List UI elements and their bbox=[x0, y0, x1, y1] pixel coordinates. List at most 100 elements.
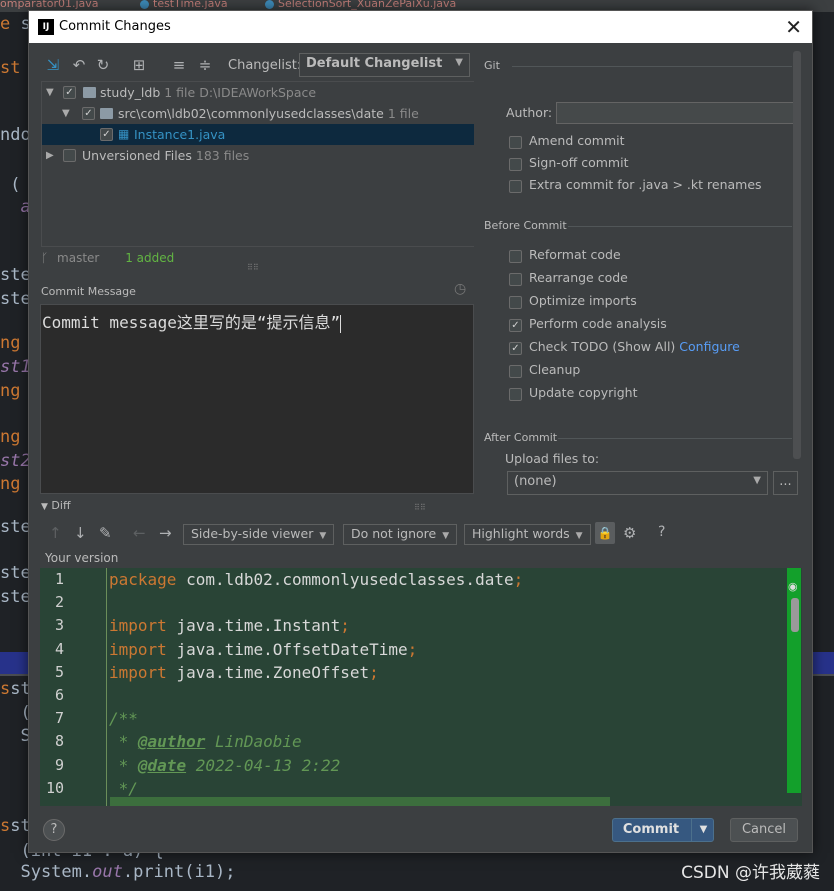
eye-icon[interactable]: ◉ bbox=[788, 580, 798, 593]
before-commit-option[interactable]: Update copyright bbox=[509, 385, 637, 401]
upload-browse-button[interactable]: ... bbox=[773, 471, 798, 495]
collapse-all-icon[interactable]: ≑ bbox=[195, 55, 215, 75]
sign-off-option[interactable]: Sign-off commit bbox=[509, 155, 629, 171]
chevron-down-icon: ▼ bbox=[442, 531, 450, 541]
author-input[interactable] bbox=[556, 102, 796, 124]
options-scrollbar[interactable] bbox=[793, 51, 801, 459]
before-commit-option[interactable]: ✓ Perform code analysis bbox=[509, 316, 667, 332]
commit-changes-dialog: IJ Commit Changes ✕ ⇲ ↶ ↻ ⊞ ≡ ≑ Changeli… bbox=[28, 10, 813, 853]
before-commit-option[interactable]: Cleanup bbox=[509, 362, 580, 378]
commit-button[interactable]: Commit ▼ bbox=[612, 818, 714, 842]
help-button[interactable]: ? bbox=[43, 819, 65, 841]
previous-file-icon[interactable]: ← bbox=[133, 524, 146, 542]
cancel-button[interactable]: Cancel bbox=[730, 818, 798, 842]
changes-toolbar: ⇲ ↶ ↻ ⊞ ≡ ≑ Changelist: Default Changeli… bbox=[39, 53, 489, 79]
before-commit-option[interactable]: Reformat code bbox=[509, 247, 621, 263]
include-checkbox[interactable]: ✓ bbox=[82, 107, 95, 120]
close-icon[interactable]: ✕ bbox=[785, 15, 802, 39]
tree-row-package[interactable]: ▼ ✓ src\com\ldb02\commonlyusedclasses\da… bbox=[42, 103, 474, 124]
extra-commit-checkbox[interactable] bbox=[509, 180, 522, 193]
git-section-title: Git bbox=[484, 59, 500, 72]
code-token: a bbox=[0, 197, 31, 217]
next-difference-icon[interactable]: ↓ bbox=[74, 524, 87, 542]
diff-toggle[interactable]: ▼ Diff bbox=[41, 499, 71, 512]
history-clock-icon[interactable]: ◷ bbox=[454, 281, 466, 297]
chevron-down-icon: ▼ bbox=[575, 531, 583, 541]
amend-checkbox[interactable] bbox=[509, 136, 522, 149]
commit-message-input[interactable]: Commit message这里写的是“提示信息” bbox=[40, 304, 474, 494]
code-token: java.time.ZoneOffset bbox=[176, 662, 370, 682]
gear-icon[interactable]: ⚙ bbox=[623, 524, 636, 542]
lock-icon[interactable]: 🔒 bbox=[595, 522, 615, 544]
commit-options-chevron-icon[interactable]: ▼ bbox=[691, 819, 715, 841]
code-token: ; bbox=[407, 639, 418, 659]
ignore-whitespace-select[interactable]: Do not ignore ▼ bbox=[343, 524, 458, 545]
line-number: 3 bbox=[54, 616, 64, 635]
upload-target-select[interactable]: (none) ▼ bbox=[507, 471, 768, 495]
next-file-icon[interactable]: → bbox=[159, 524, 172, 542]
help-icon[interactable]: ? bbox=[658, 524, 665, 540]
code-line: * @author LinDaobie bbox=[109, 732, 302, 751]
option-checkbox[interactable] bbox=[509, 273, 522, 286]
expand-all-icon[interactable]: ≡ bbox=[169, 55, 189, 75]
tree-row-file[interactable]: ✓ ▦ Instance1.java bbox=[42, 124, 474, 145]
expand-triangle-icon[interactable]: ▼ bbox=[62, 103, 70, 124]
before-commit-option[interactable]: ✓ Check TODO (Show All) Configure bbox=[509, 339, 740, 355]
option-label: Extra commit for .java > .kt renames bbox=[529, 177, 762, 192]
code-token: ( bbox=[0, 175, 21, 195]
editor-tab-label: testTime.java bbox=[153, 0, 228, 10]
code-line: /** bbox=[109, 709, 138, 728]
edit-source-icon[interactable]: ✎ bbox=[99, 524, 112, 542]
editor-tab[interactable]: testTime.java bbox=[140, 0, 228, 10]
amend-commit-option[interactable]: Amend commit bbox=[509, 133, 625, 149]
changelist-label: Changelist: bbox=[228, 58, 302, 73]
show-diff-icon[interactable]: ⇲ bbox=[43, 55, 63, 75]
folder-icon bbox=[100, 108, 113, 119]
configure-link[interactable]: Configure bbox=[679, 339, 740, 354]
before-commit-option[interactable]: Optimize imports bbox=[509, 293, 637, 309]
refresh-icon[interactable]: ↻ bbox=[93, 55, 113, 75]
commit-message-text: Commit message这里写的是“提示信息” bbox=[42, 313, 341, 332]
group-by-icon[interactable]: ⊞ bbox=[129, 55, 149, 75]
option-checkbox[interactable] bbox=[509, 388, 522, 401]
rollback-icon[interactable]: ↶ bbox=[69, 55, 89, 75]
tree-label: Unversioned Files 183 files bbox=[82, 145, 249, 166]
option-checkbox[interactable]: ✓ bbox=[509, 342, 522, 355]
tree-row-unversioned[interactable]: ▶ Unversioned Files 183 files bbox=[42, 145, 474, 166]
diff-scrollbar[interactable] bbox=[791, 598, 799, 632]
include-checkbox[interactable] bbox=[63, 149, 76, 162]
collapse-triangle-icon[interactable]: ▶ bbox=[46, 145, 54, 166]
viewer-mode-select[interactable]: Side-by-side viewer ▼ bbox=[183, 524, 335, 545]
option-checkbox[interactable] bbox=[509, 250, 522, 263]
diff-viewer[interactable]: 1 package com.ldb02.commonlyusedclasses.d… bbox=[40, 568, 802, 806]
code-line: package com.ldb02.commonlyusedclasses.da… bbox=[109, 570, 523, 589]
code-token: @date bbox=[137, 755, 187, 775]
tree-row-project[interactable]: ▼ ✓ study_ldb 1 file D:\IDEAWorkSpace bbox=[42, 82, 474, 103]
code-line: */ bbox=[109, 779, 138, 798]
sign-off-checkbox[interactable] bbox=[509, 158, 522, 171]
code-token: ste bbox=[0, 587, 31, 607]
splitter-handle-icon[interactable]: ⠿⠿ bbox=[414, 503, 426, 512]
changelist-select[interactable]: Default Changelist ▼ bbox=[299, 53, 470, 77]
editor-tab[interactable]: omparator01.java bbox=[0, 0, 99, 10]
code-token: */ bbox=[109, 778, 138, 798]
upload-value: (none) bbox=[514, 474, 557, 489]
option-label: Check TODO (Show All) bbox=[529, 339, 676, 354]
include-checkbox[interactable]: ✓ bbox=[100, 128, 113, 141]
expand-triangle-icon[interactable]: ▼ bbox=[46, 82, 54, 103]
extra-commit-option[interactable]: Extra commit for .java > .kt renames bbox=[509, 177, 762, 193]
background-code-line: ng bbox=[0, 333, 31, 353]
option-checkbox[interactable] bbox=[509, 365, 522, 378]
splitter-handle-icon[interactable]: ⠿⠿ bbox=[247, 263, 259, 272]
option-checkbox[interactable]: ✓ bbox=[509, 319, 522, 332]
editor-tab[interactable]: SelectionSort_XuanZePaiXu.java bbox=[265, 0, 456, 10]
highlight-mode-select[interactable]: Highlight words ▼ bbox=[464, 524, 591, 545]
section-divider bbox=[558, 438, 792, 439]
option-checkbox[interactable] bbox=[509, 296, 522, 309]
code-token: s bbox=[0, 816, 11, 836]
before-commit-option[interactable]: Rearrange code bbox=[509, 270, 628, 286]
option-label: Perform code analysis bbox=[529, 316, 667, 331]
include-checkbox[interactable]: ✓ bbox=[63, 86, 76, 99]
code-line: import java.time.Instant; bbox=[109, 616, 350, 635]
previous-difference-icon[interactable]: ↑ bbox=[49, 524, 62, 542]
